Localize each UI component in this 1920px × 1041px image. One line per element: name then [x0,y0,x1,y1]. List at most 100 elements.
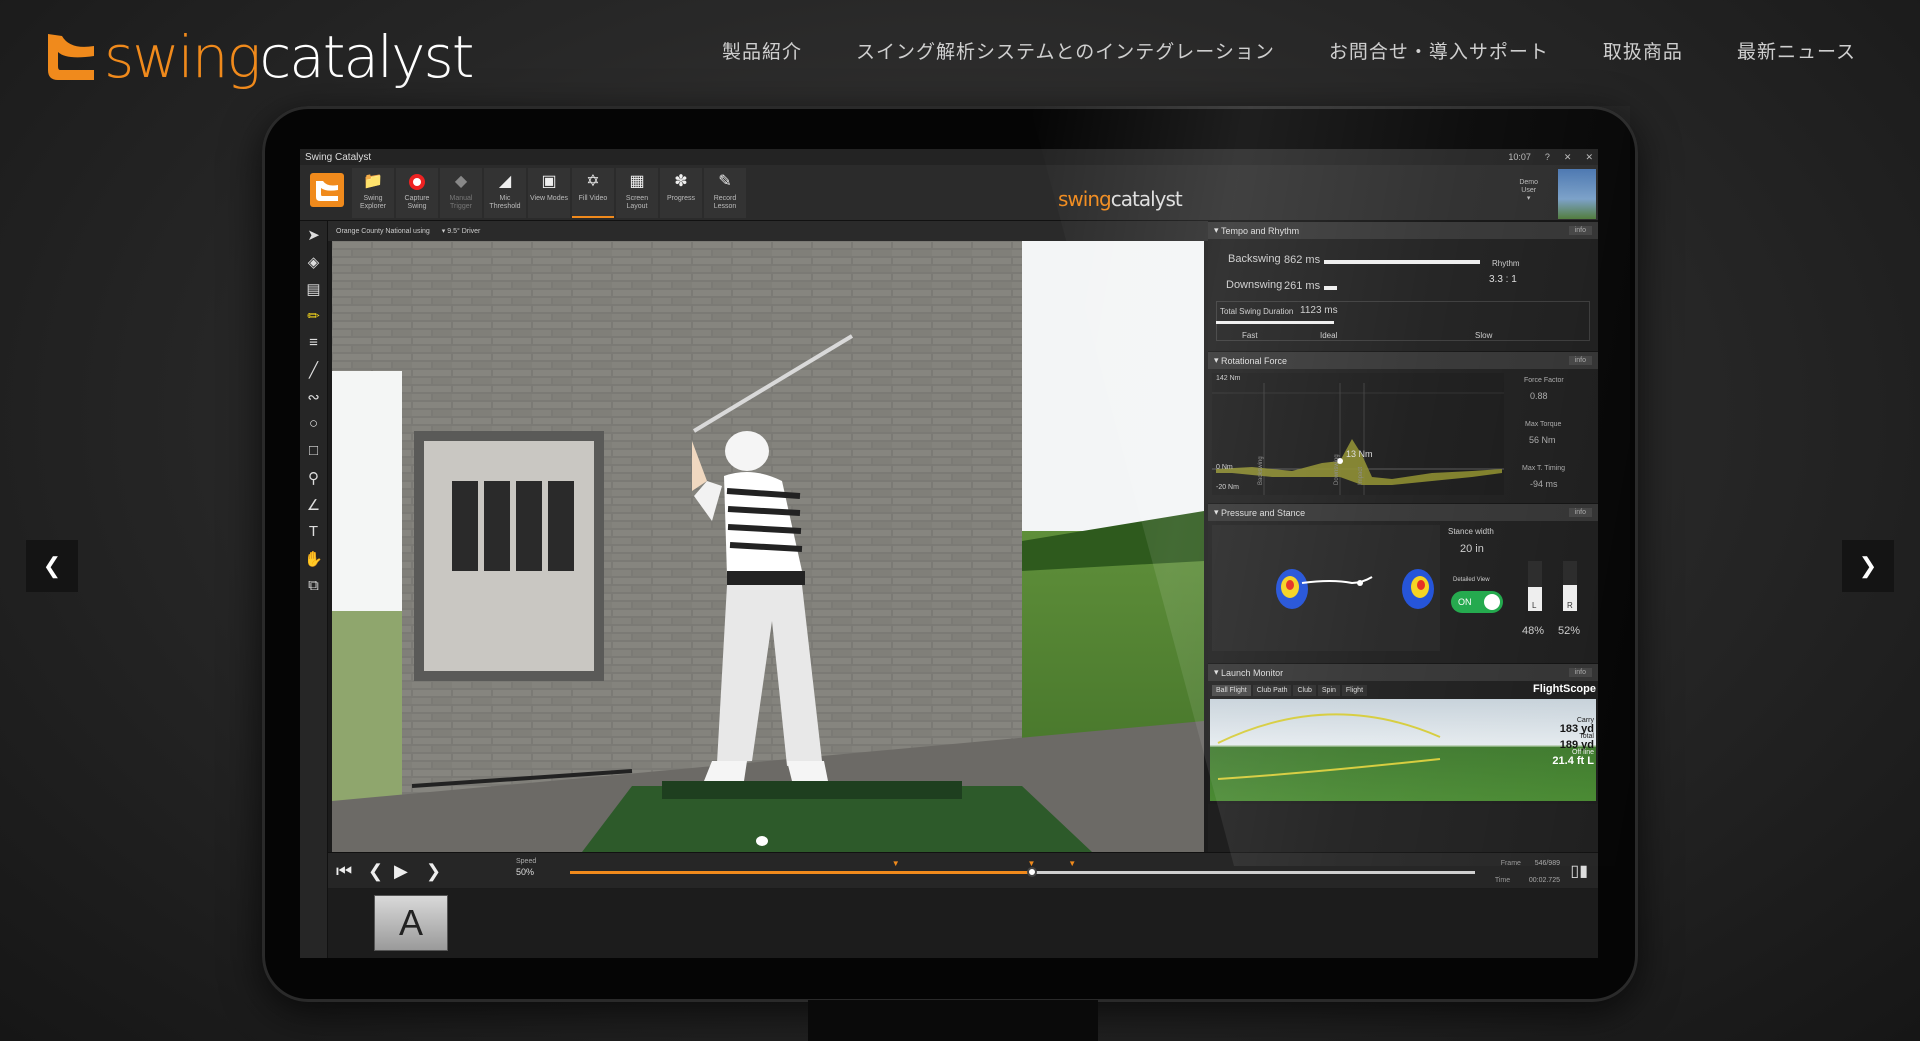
rotational-info-button[interactable]: info [1568,356,1592,365]
nav-products-handled[interactable]: 取扱商品 [1603,37,1683,64]
app-window-title: Swing Catalyst [305,151,372,163]
nav-products[interactable]: 製品紹介 [722,37,802,64]
rotational-force-graph: 142 Nm 0 Nm -20 Nm 13 Nm Backswing Downs… [1212,373,1504,495]
tool-record-lesson[interactable]: ✎ Record Lesson [704,168,746,218]
speed-control[interactable]: Speed 50% [516,857,536,879]
threshold-icon: ◢ [498,173,512,190]
hand-tool-icon[interactable]: ✋ [300,545,327,572]
time-label: Time [1494,877,1511,884]
play-icon[interactable]: ▶ [394,861,408,882]
color-pen-icon[interactable]: ✏ [300,302,327,329]
layout-icon: ▦ [629,173,645,190]
center-logo-catalyst: catalyst [1110,187,1183,211]
tempo-panel-header[interactable]: ▾ Tempo and Rhythm info [1208,221,1598,239]
user-menu[interactable]: Demo User ▾ [1519,179,1538,203]
pressure-info-button[interactable]: info [1568,508,1592,517]
bookmark-icon[interactable]: ▯▮ [1570,861,1588,881]
pressure-map [1212,525,1440,651]
toggle-knob [1484,594,1500,610]
user-avatar[interactable] [1558,169,1596,219]
launch-panel-header[interactable]: ▾ Launch Monitor info [1208,663,1598,681]
tool-progress[interactable]: ✽ Progress [660,168,702,218]
backswing-bar [1324,260,1480,264]
timeline-track[interactable]: ▼ ▼ ▼ [570,859,1475,877]
nav-contact-support[interactable]: お問合せ・導入サポート [1329,37,1549,64]
event-marker[interactable]: ▼ [892,859,900,868]
scale-slow: Slow [1475,331,1493,340]
tool-screen-layout[interactable]: ▦ Screen Layout [616,168,658,218]
app-menu-button[interactable] [310,173,344,207]
swing-video[interactable] [332,241,1204,852]
pressure-panel-header[interactable]: ▾ Pressure and Stance info [1208,503,1598,521]
launch-stats: Carry 183 yd Total 189 yd Off line 21.4 … [1552,717,1594,767]
y-min-label: -20 Nm [1216,484,1239,491]
tool-mic-threshold[interactable]: ◢ Mic Threshold [484,168,526,218]
tab-ball-flight[interactable]: Ball Flight [1212,685,1251,696]
ball-flight-chart: Carry 183 yd Total 189 yd Off line 21.4 … [1210,699,1596,801]
timeline-scrubber[interactable] [1026,867,1037,877]
folder-icon: 📁 [363,173,383,190]
skip-start-icon[interactable]: ⏮ [336,861,352,882]
zero-label: 0 Nm [1216,464,1233,471]
tool-swing-explorer[interactable]: 📁 Swing Explorer [352,168,394,218]
tab-spin[interactable]: Spin [1317,685,1340,696]
line-tool-icon[interactable]: ╱ [300,356,327,383]
club-dropdown[interactable]: ▾ 9.5° Driver [442,227,481,235]
pointer-icon[interactable]: ➤ [300,221,327,248]
max-timing-value: -94 ms [1530,479,1558,489]
nav-integration[interactable]: スイング解析システムとのインテグレーション [856,37,1275,64]
freehand-icon[interactable]: ∾ [300,383,327,410]
body-tool-icon[interactable]: ⚲ [300,464,327,491]
drawing-tools: ➤ ◈ ▤ ✏ ≡ ╱ ∾ ○ □ ⚲ ∠ T ✋ ⧉ [300,221,328,958]
total-value: 189 yd [1559,739,1594,751]
help-button[interactable]: ? [1545,152,1550,163]
detailed-view-toggle[interactable]: ON [1451,591,1503,613]
rectangle-tool-icon[interactable]: □ [300,437,327,464]
tool-capture-swing[interactable]: Capture Swing [396,168,438,218]
restore-button[interactable]: ✕ [1564,152,1572,163]
downswing-bar [1324,286,1337,290]
pressure-panel: Stance width 20 in Detailed View ON L R … [1208,521,1598,663]
carousel-prev-button[interactable]: ❮ [26,540,78,592]
chevron-left-icon: ❮ [42,553,62,578]
event-impact: Impact [1358,466,1364,485]
flightscope-logo: FlightScope [1533,683,1596,695]
tool-label: Fill Video [578,195,608,202]
swing-thumbnail-a[interactable]: A [374,895,448,951]
line-width-icon[interactable]: ≡ [300,329,327,356]
site-logo[interactable]: swingcatalyst [44,23,474,91]
step-forward-icon[interactable]: ❯ [426,861,441,882]
tool-view-modes[interactable]: ▣ View Modes [528,168,570,218]
thumbnail-letter: A [398,902,423,943]
tool-label: Swing Explorer [359,195,387,210]
tool-label: Capture Swing [404,195,430,210]
force-factor-value: 0.88 [1530,391,1548,401]
tool-label: Screen Layout [625,195,649,210]
tab-flight[interactable]: Flight [1341,685,1368,696]
tool-fill-video[interactable]: ✡ Fill Video [572,168,614,218]
event-marker[interactable]: ▼ [1068,859,1076,868]
eraser-icon[interactable]: ◈ [300,248,327,275]
text-tool-icon[interactable]: T [300,518,327,545]
tab-club[interactable]: Club [1293,685,1316,696]
rhythm-value: 3.3 : 1 [1489,274,1517,285]
golfer-video-frame [332,241,1204,852]
user-label-1: Demo [1519,179,1538,186]
nav-latest-news[interactable]: 最新ニュース [1737,37,1856,64]
launch-info-button[interactable]: info [1568,668,1592,677]
timeline-progress [570,871,1032,874]
step-back-icon[interactable]: ❮ [368,861,383,882]
tool-label: Mic Threshold [489,195,521,210]
angle-tool-icon[interactable]: ∠ [300,491,327,518]
circle-tool-icon[interactable]: ○ [300,410,327,437]
tab-club-path[interactable]: Club Path [1252,685,1292,696]
tool-manual-trigger[interactable]: ◆ Manual Trigger [440,168,482,218]
carousel-next-button[interactable]: ❯ [1842,540,1894,592]
app-titlebar: Swing Catalyst 10:07 ? ✕ ✕ [300,149,1598,165]
rotational-panel-header[interactable]: ▾ Rotational Force info [1208,351,1598,369]
close-button[interactable]: ✕ [1585,152,1593,163]
compare-tool-icon[interactable]: ⧉ [300,572,327,599]
tempo-info-button[interactable]: info [1568,226,1592,235]
trash-icon[interactable]: ▤ [300,275,327,302]
toggle-label: ON [1458,597,1472,607]
